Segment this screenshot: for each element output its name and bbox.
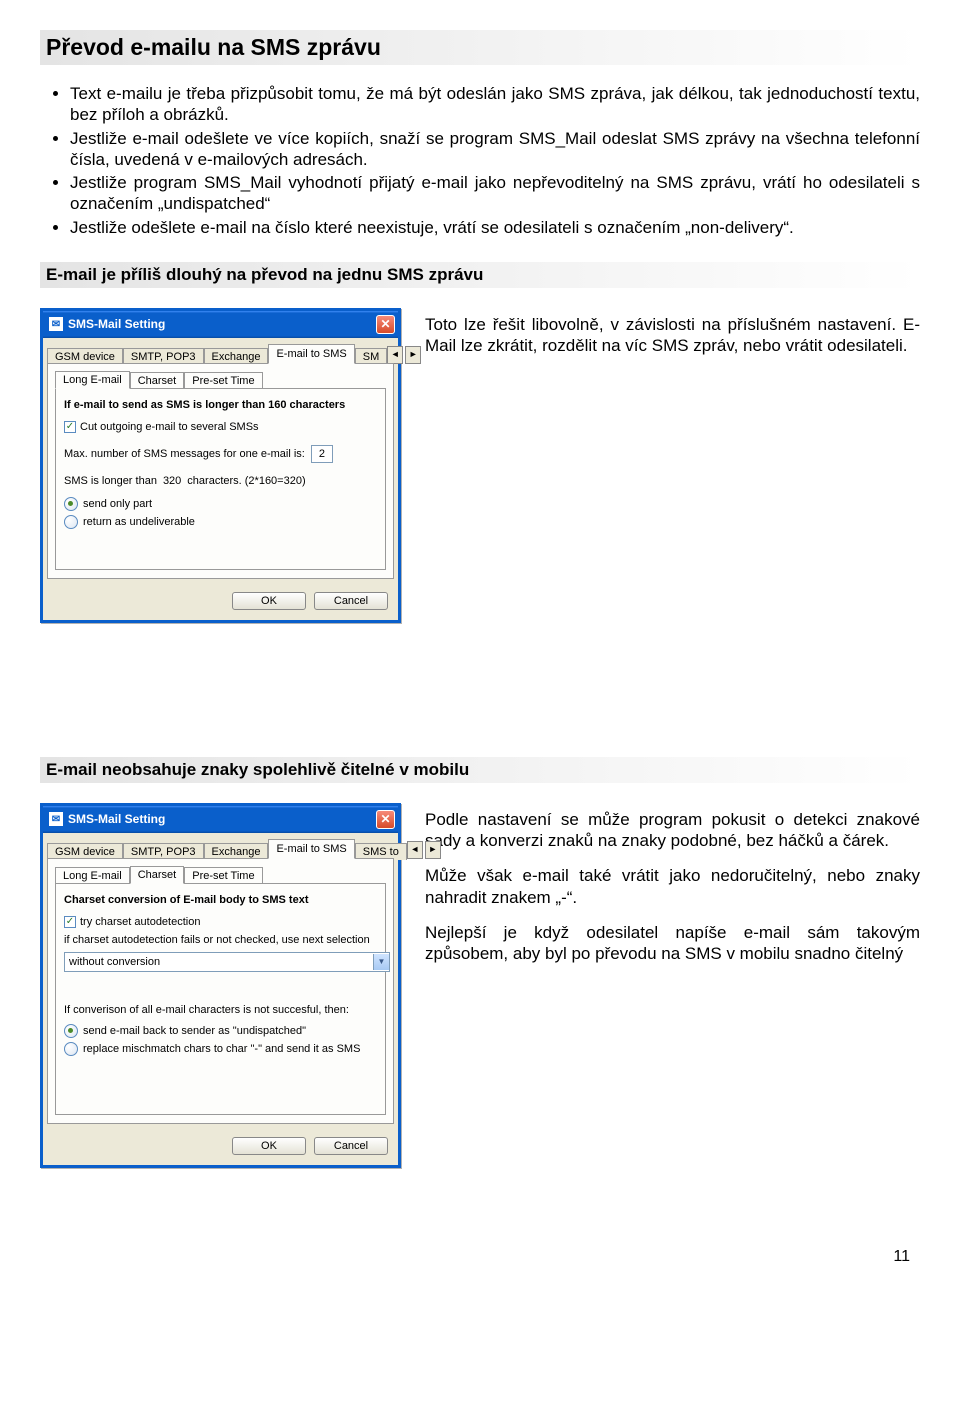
tab-email-to-sms[interactable]: E-mail to SMS: [268, 344, 354, 364]
radio-send-back-undispatched[interactable]: [64, 1024, 78, 1038]
charset-dropdown[interactable]: without conversion ▼: [64, 952, 390, 972]
subtab-long-email[interactable]: Long E-mail: [55, 371, 130, 389]
main-tabstrip: GSM device SMTP, POP3 Exchange E-mail to…: [43, 338, 398, 364]
tab-scroll-arrows: ◄ ►: [387, 346, 423, 364]
checkbox-cut-email[interactable]: ✓: [64, 421, 76, 433]
conversion-fail-label: If converison of all e-mail characters i…: [64, 1004, 377, 1016]
tab-scroll-right-icon[interactable]: ►: [405, 346, 421, 364]
longer-than-value: 320: [163, 475, 181, 487]
paragraph: Nejlepší je když odesilatel napíše e-mai…: [425, 922, 920, 965]
tab-scroll-left-icon[interactable]: ◄: [407, 841, 423, 859]
longer-than-label-b: characters. (2*160=320): [187, 475, 305, 487]
page-title: Převod e-mailu na SMS zprávu: [40, 30, 920, 65]
explanation-charset: Podle nastavení se může program pokusit …: [425, 803, 920, 979]
app-icon: ✉: [49, 317, 63, 331]
bullet-item: Jestliže e-mail odešlete ve více kopiích…: [70, 128, 920, 171]
section-heading-charset: E-mail neobsahuje znaky spolehlivě čitel…: [40, 757, 920, 783]
radio-return-undeliverable[interactable]: [64, 515, 78, 529]
checkbox-cut-email-label: Cut outgoing e-mail to several SMSs: [80, 421, 259, 433]
tab-scroll-arrows: ◄ ►: [407, 841, 443, 859]
dialog-title: SMS-Mail Setting: [68, 812, 376, 826]
paragraph: Může však e-mail také vrátit jako nedoru…: [425, 865, 920, 908]
checkbox-try-autodetection[interactable]: ✓: [64, 916, 76, 928]
close-icon[interactable]: ✕: [376, 810, 395, 829]
ok-button[interactable]: OK: [232, 592, 306, 610]
cancel-button[interactable]: Cancel: [314, 592, 388, 610]
bullet-item: Text e-mailu je třeba přizpůsobit tomu, …: [70, 83, 920, 126]
panel-heading: If e-mail to send as SMS is longer than …: [64, 399, 377, 411]
explanation-long-email: Toto lze řešit libovolně, v závislosti n…: [425, 308, 920, 371]
dialog-titlebar: ✉ SMS-Mail Setting ✕: [43, 806, 398, 833]
radio-send-only-part[interactable]: [64, 497, 78, 511]
max-sms-input[interactable]: 2: [311, 445, 333, 463]
app-icon: ✉: [49, 812, 63, 826]
section-heading-long-email: E-mail je příliš dlouhý na převod na jed…: [40, 262, 920, 288]
chevron-down-icon: ▼: [373, 954, 389, 970]
tab-scroll-right-icon[interactable]: ►: [425, 841, 441, 859]
settings-dialog-2: ✉ SMS-Mail Setting ✕ GSM device SMTP, PO…: [40, 803, 401, 1168]
charset-dropdown-value: without conversion: [69, 956, 160, 968]
autodetection-fallback-label: if charset autodetection fails or not ch…: [64, 934, 377, 946]
subtabstrip: Long E-mail Charset Pre-set Time: [55, 866, 386, 884]
radio-return-undeliverable-label: return as undeliverable: [83, 516, 195, 528]
subpanel-long-email: If e-mail to send as SMS is longer than …: [55, 388, 386, 570]
dialog-titlebar: ✉ SMS-Mail Setting ✕: [43, 311, 398, 338]
bullets-list: Text e-mailu je třeba přizpůsobit tomu, …: [70, 83, 920, 238]
radio-send-only-part-label: send only part: [83, 498, 152, 510]
close-icon[interactable]: ✕: [376, 315, 395, 334]
subpanel-charset: Charset conversion of E-mail body to SMS…: [55, 883, 386, 1115]
settings-dialog-1: ✉ SMS-Mail Setting ✕ GSM device SMTP, PO…: [40, 308, 401, 623]
cancel-button[interactable]: Cancel: [314, 1137, 388, 1155]
radio-send-back-undispatched-label: send e-mail back to sender as "undispatc…: [83, 1025, 306, 1037]
bullet-item: Jestliže program SMS_Mail vyhodnotí přij…: [70, 172, 920, 215]
dialog-buttons: OK Cancel: [43, 586, 398, 620]
dialog-title: SMS-Mail Setting: [68, 317, 376, 331]
radio-replace-chars[interactable]: [64, 1042, 78, 1056]
subtabstrip: Long E-mail Charset Pre-set Time: [55, 371, 386, 389]
tab-panel: Long E-mail Charset Pre-set Time If e-ma…: [47, 363, 394, 579]
paragraph: Podle nastavení se může program pokusit …: [425, 809, 920, 852]
main-tabstrip: GSM device SMTP, POP3 Exchange E-mail to…: [43, 833, 398, 859]
ok-button[interactable]: OK: [232, 1137, 306, 1155]
tab-panel: Long E-mail Charset Pre-set Time Charset…: [47, 858, 394, 1124]
longer-than-label-a: SMS is longer than: [64, 475, 157, 487]
max-sms-label: Max. number of SMS messages for one e-ma…: [64, 448, 305, 460]
radio-replace-chars-label: replace mischmatch chars to char "-" and…: [83, 1043, 360, 1055]
bullet-item: Jestliže odešlete e-mail na číslo které …: [70, 217, 920, 238]
page-number: 11: [40, 1248, 920, 1266]
paragraph: Toto lze řešit libovolně, v závislosti n…: [425, 314, 920, 357]
tab-email-to-sms[interactable]: E-mail to SMS: [268, 839, 354, 859]
dialog-buttons: OK Cancel: [43, 1131, 398, 1165]
tab-scroll-left-icon[interactable]: ◄: [387, 346, 403, 364]
panel-heading: Charset conversion of E-mail body to SMS…: [64, 894, 377, 906]
checkbox-try-autodetection-label: try charset autodetection: [80, 916, 200, 928]
subtab-charset[interactable]: Charset: [130, 866, 185, 884]
